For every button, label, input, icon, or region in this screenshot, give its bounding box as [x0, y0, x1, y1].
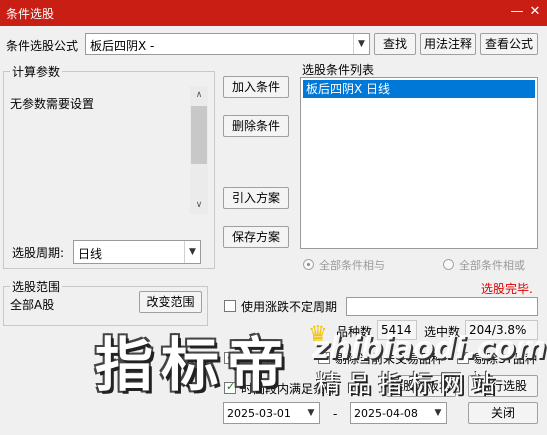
radio-all-and-label: 全部条件相与 [319, 259, 385, 272]
pre-adjust-checkbox[interactable] [224, 350, 236, 364]
date-separator: - [333, 407, 338, 421]
indefinite-period-input[interactable] [346, 297, 538, 316]
radio-all-and[interactable] [303, 259, 314, 270]
title-bar: 条件选股 — ✕ [0, 0, 547, 26]
find-button[interactable]: 查找 [374, 33, 416, 55]
usage-notes-button[interactable]: 用法注释 [420, 33, 476, 55]
chevron-down-icon[interactable]: ∨ [190, 196, 208, 214]
formula-label: 条件选股公式 [6, 39, 79, 53]
indefinite-period-checkbox[interactable] [224, 300, 236, 312]
chevron-down-icon[interactable]: ▼ [184, 241, 200, 263]
import-scheme-button[interactable]: 引入方案 [223, 187, 289, 209]
status-text: 选股完毕. [481, 282, 533, 296]
condition-list[interactable]: 板后四阴X 日线 [300, 77, 538, 249]
select-to-block-button[interactable]: 选股入板块 [386, 375, 456, 397]
window-title: 条件选股 [6, 7, 55, 21]
scope-legend: 选股范围 [10, 278, 63, 295]
radio-all-or-label: 全部条件相或 [459, 259, 525, 272]
date-from-input[interactable]: 2025-03-01 ▼ [223, 402, 320, 424]
formula-select[interactable]: 板后四阴X - ▼ [85, 33, 370, 55]
execute-button[interactable]: 执行选股 [468, 375, 538, 397]
params-legend: 计算参数 [10, 63, 63, 80]
params-scrollbar[interactable]: ∧ ∨ [190, 86, 208, 214]
close-button[interactable]: 关闭 [468, 402, 538, 424]
params-text: 无参数需要设置 [10, 97, 95, 111]
time-range-label: 时间段内满足条件 [241, 382, 338, 396]
date-to-value: 2025-04-08 [354, 407, 418, 420]
date-from-value: 2025-03-01 [227, 407, 291, 420]
chevron-down-icon[interactable]: ▼ [353, 34, 369, 54]
exclude-st-checkbox[interactable] [457, 350, 469, 364]
date-to-input[interactable]: 2025-04-08 ▼ [350, 402, 447, 424]
period-value: 日线 [78, 247, 103, 261]
delete-condition-button[interactable]: 删除条件 [223, 115, 289, 137]
radio-all-or[interactable] [443, 259, 454, 270]
crown-icon: ♛ [308, 322, 328, 347]
exclude-st-label: 剔除ST品种 [474, 352, 537, 366]
chevron-down-icon[interactable]: ▼ [430, 403, 446, 423]
exclude-current-checkbox[interactable] [318, 350, 330, 364]
chevron-down-icon[interactable]: ▼ [303, 403, 319, 423]
list-item[interactable]: 板后四阴X 日线 [303, 80, 535, 98]
save-scheme-button[interactable]: 保存方案 [223, 226, 289, 248]
add-condition-button[interactable]: 加入条件 [223, 76, 289, 98]
exclude-current-label: 剔除当前未交易品种 [335, 352, 444, 366]
close-icon[interactable]: ✕ [526, 3, 544, 21]
chevron-up-icon[interactable]: ∧ [190, 86, 208, 104]
formula-select-value: 板后四阴X - [90, 39, 155, 53]
indefinite-period-label: 使用涨跌不定周期 [241, 300, 338, 314]
change-scope-button[interactable]: 改变范围 [139, 291, 202, 313]
condition-list-label: 选股条件列表 [302, 63, 375, 77]
stock-count-value: 5414 [377, 320, 417, 340]
stock-count-label: 品种数 [336, 325, 373, 339]
minimize-icon[interactable]: — [508, 3, 526, 21]
pre-adjust-label: 前复权 [241, 352, 278, 366]
time-range-checkbox[interactable] [224, 380, 236, 394]
period-label: 选股周期: [12, 246, 65, 260]
period-select[interactable]: 日线 ▼ [73, 240, 201, 264]
selected-count-label: 选中数 [424, 325, 461, 339]
scrollbar-thumb[interactable] [191, 106, 207, 164]
selected-count-value: 204/3.8% [465, 320, 538, 340]
view-formula-button[interactable]: 查看公式 [480, 33, 538, 55]
scope-text: 全部A股 [10, 298, 55, 312]
